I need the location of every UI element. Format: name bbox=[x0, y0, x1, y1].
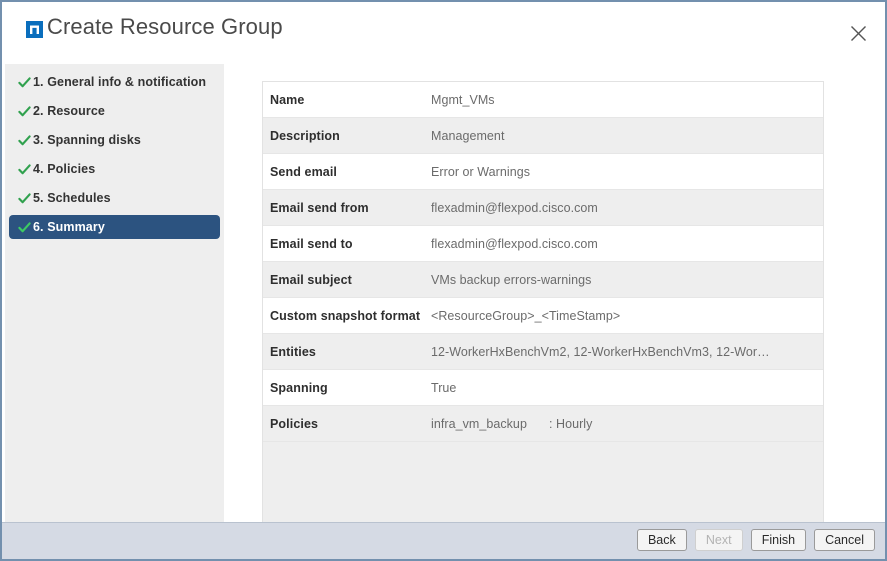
row-label: Email subject bbox=[270, 272, 352, 287]
sidebar-item-label: 6. Summary bbox=[33, 220, 105, 234]
close-icon-glyph bbox=[850, 25, 866, 41]
table-row: Policies infra_vm_backup : Hourly bbox=[263, 406, 823, 442]
sidebar-item-label: 3. Spanning disks bbox=[33, 133, 141, 147]
sidebar-item-schedules[interactable]: 5. Schedules bbox=[9, 186, 220, 210]
cancel-button[interactable]: Cancel bbox=[814, 529, 875, 551]
row-label: Policies bbox=[270, 416, 319, 431]
row-label: Custom snapshot format bbox=[270, 308, 421, 323]
table-row: Name Mgmt_VMs bbox=[263, 82, 823, 118]
table-row: Entities 12-WorkerHxBenchVm2, 12-WorkerH… bbox=[263, 334, 823, 370]
row-label: Email send to bbox=[270, 236, 353, 251]
row-value: infra_vm_backup : Hourly bbox=[431, 417, 823, 431]
table-row: Send email Error or Warnings bbox=[263, 154, 823, 190]
row-label: Description bbox=[270, 128, 340, 143]
sidebar-item-resource[interactable]: 2. Resource bbox=[9, 99, 220, 123]
check-icon bbox=[18, 163, 31, 174]
row-value: Management bbox=[431, 128, 505, 143]
wizard-step-sidebar: 1. General info & notification 2. Resour… bbox=[5, 64, 224, 526]
sidebar-item-spanning-disks[interactable]: 3. Spanning disks bbox=[9, 128, 220, 152]
check-icon bbox=[18, 192, 31, 203]
row-value: True bbox=[431, 380, 457, 395]
table-row: Email subject VMs backup errors-warnings bbox=[263, 262, 823, 298]
row-value: Error or Warnings bbox=[431, 164, 531, 179]
sidebar-item-label: 5. Schedules bbox=[33, 191, 111, 205]
summary-empty-space bbox=[263, 442, 823, 524]
summary-table: Name Mgmt_VMs Description Management Sen… bbox=[263, 82, 823, 524]
sidebar-item-policies[interactable]: 4. Policies bbox=[9, 157, 220, 181]
row-value: Mgmt_VMs bbox=[431, 92, 495, 107]
row-label: Name bbox=[270, 92, 305, 107]
check-icon bbox=[18, 76, 31, 87]
row-value: flexadmin@flexpod.cisco.com bbox=[431, 236, 598, 251]
sidebar-item-label: 2. Resource bbox=[33, 104, 105, 118]
check-icon bbox=[18, 105, 31, 116]
netapp-logo-icon bbox=[26, 20, 43, 38]
summary-panel: Name Mgmt_VMs Description Management Sen… bbox=[262, 81, 824, 525]
row-value: VMs backup errors-warnings bbox=[431, 272, 592, 287]
footer-button-group: Back Next Finish Cancel bbox=[636, 529, 875, 551]
sidebar-item-summary[interactable]: 6. Summary bbox=[9, 215, 220, 239]
table-row: Email send to flexadmin@flexpod.cisco.co… bbox=[263, 226, 823, 262]
dialog-title-row: Create Resource Group bbox=[26, 16, 283, 38]
row-label: Entities bbox=[270, 344, 316, 359]
sidebar-item-general-info[interactable]: 1. General info & notification bbox=[9, 70, 220, 94]
check-icon bbox=[18, 221, 31, 232]
close-icon[interactable] bbox=[841, 16, 875, 50]
back-button[interactable]: Back bbox=[636, 529, 687, 551]
table-row: Spanning True bbox=[263, 370, 823, 406]
row-value: <ResourceGroup>_<TimeStamp> bbox=[431, 308, 621, 323]
page-title: Create Resource Group bbox=[47, 14, 283, 39]
sidebar-item-label: 4. Policies bbox=[33, 162, 96, 176]
sidebar-item-label: 1. General info & notification bbox=[33, 75, 207, 89]
table-row: Description Management bbox=[263, 118, 823, 154]
table-row: Email send from flexadmin@flexpod.cisco.… bbox=[263, 190, 823, 226]
row-label: Send email bbox=[270, 164, 337, 179]
check-icon bbox=[18, 134, 31, 145]
next-button: Next bbox=[694, 529, 743, 551]
dialog-footer: Back Next Finish Cancel bbox=[2, 522, 885, 559]
row-value: flexadmin@flexpod.cisco.com bbox=[431, 200, 598, 215]
row-value: 12-WorkerHxBenchVm2, 12-WorkerHxBenchVm3… bbox=[431, 344, 770, 359]
finish-button[interactable]: Finish bbox=[750, 529, 807, 551]
policy-name: infra_vm_backup bbox=[431, 416, 527, 431]
dialog-header: Create Resource Group bbox=[2, 2, 885, 60]
policy-schedule: : Hourly bbox=[548, 416, 593, 431]
create-resource-group-dialog: Create Resource Group 1. General info & … bbox=[0, 0, 887, 561]
row-label: Spanning bbox=[270, 380, 328, 395]
row-label: Email send from bbox=[270, 200, 369, 215]
table-row: Custom snapshot format <ResourceGroup>_<… bbox=[263, 298, 823, 334]
